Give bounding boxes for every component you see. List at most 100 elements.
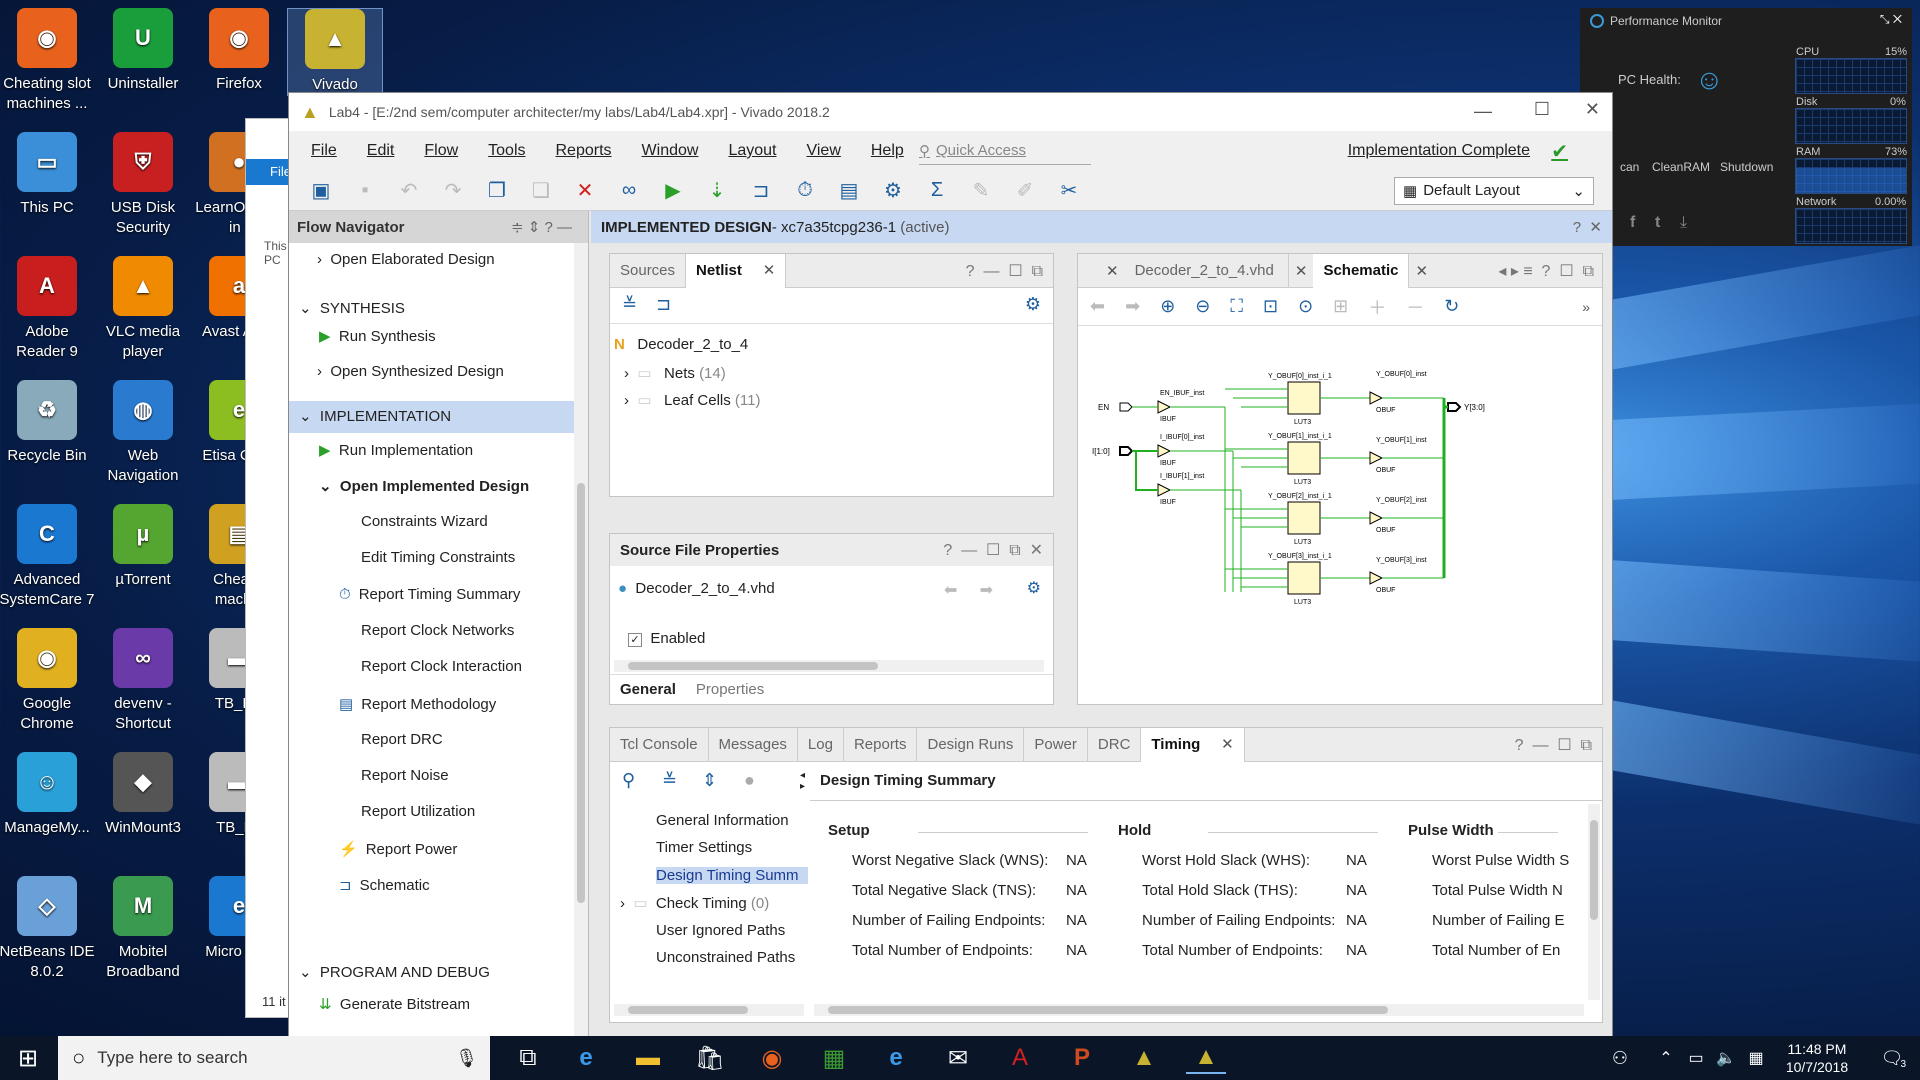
panel-controls[interactable]: ◂ ▸ ≡ ? ☐ ⧉ bbox=[1498, 261, 1594, 281]
remove-icon[interactable]: － bbox=[1406, 294, 1424, 320]
layout-select[interactable]: ▦ Default Layout ⌄ bbox=[1394, 176, 1594, 205]
menu-layout[interactable]: Layout bbox=[728, 142, 776, 160]
generate-bitstream[interactable]: ⇊ Generate Bitstream bbox=[319, 995, 470, 1013]
desktop-icon[interactable]: µ µTorrent bbox=[95, 504, 191, 590]
desktop-icon[interactable]: ◍ Web Navigation bbox=[95, 380, 191, 486]
timing-tree-item[interactable]: Timer Settings bbox=[656, 839, 808, 856]
vivado-taskbar-icon-2[interactable]: ▲ bbox=[1186, 1042, 1226, 1074]
tree-hscroll[interactable] bbox=[614, 1004, 804, 1016]
edge-icon[interactable]: e bbox=[566, 1042, 606, 1074]
network-icon[interactable]: ▦ bbox=[1736, 1042, 1776, 1074]
open-elaborated-design[interactable]: › Open Elaborated Design bbox=[317, 251, 495, 268]
flow-item[interactable]: ▤ Report Methodology bbox=[339, 695, 496, 713]
tree-hscroll-thumb[interactable] bbox=[628, 1006, 748, 1014]
gear-icon[interactable]: ⚙ bbox=[1027, 578, 1041, 598]
panel-controls[interactable]: ? — ☐ ⧉ bbox=[1515, 735, 1592, 755]
desktop-icon[interactable]: ◉ Cheating slot machines ... bbox=[0, 8, 95, 114]
desktop-icon[interactable]: C Advanced SystemCare 7 bbox=[0, 504, 95, 610]
open-implemented-design[interactable]: ⌄ Open Implemented Design bbox=[319, 477, 529, 495]
program-debug-section[interactable]: ⌄ PROGRAM AND DEBUG bbox=[299, 963, 490, 981]
tab-messages[interactable]: Messages bbox=[709, 727, 798, 762]
desktop-icon[interactable]: ◉ Firefox bbox=[191, 8, 287, 94]
timing-tree-item[interactable]: General Information bbox=[656, 812, 808, 829]
run-synthesis[interactable]: ▶ Run Synthesis bbox=[319, 327, 436, 345]
desktop-icon[interactable]: ▲ Vivado bbox=[287, 8, 383, 96]
scan-button[interactable]: can bbox=[1620, 160, 1639, 174]
start-button[interactable]: ⊞ bbox=[8, 1042, 48, 1074]
tab-properties[interactable]: Properties bbox=[686, 675, 774, 704]
twitter-icon[interactable]: t bbox=[1655, 214, 1660, 232]
port-en[interactable] bbox=[1119, 402, 1133, 412]
flow-nav-scroll-thumb[interactable] bbox=[577, 483, 585, 903]
desktop-icon[interactable]: ∞ devenv - Shortcut bbox=[95, 628, 191, 734]
maximize-button[interactable]: ☐ bbox=[1534, 99, 1550, 120]
props-hscroll-thumb[interactable] bbox=[628, 662, 878, 670]
ibuf-cell[interactable] bbox=[1157, 400, 1172, 414]
desktop-icon[interactable]: ▭ This PC bbox=[0, 132, 95, 218]
desktop-icon[interactable]: ◉ Google Chrome bbox=[0, 628, 95, 734]
facebook-icon[interactable]: f bbox=[1630, 214, 1635, 232]
vivado-taskbar-icon[interactable]: ▲ bbox=[1124, 1042, 1164, 1074]
desktop-icon[interactable]: ◇ NetBeans IDE 8.0.2 bbox=[0, 876, 95, 982]
tools-icon[interactable]: ✂ bbox=[1056, 178, 1082, 204]
open-project-icon[interactable]: ▣ bbox=[308, 178, 334, 204]
tab-vhd[interactable]: Decoder_2_to_4.vhd bbox=[1125, 253, 1289, 288]
menu-help[interactable]: Help bbox=[871, 142, 904, 160]
timing-tree-item[interactable]: › ▭ Check Timing (0) bbox=[620, 894, 800, 912]
flow-item[interactable]: ⚡ Report Power bbox=[339, 840, 457, 858]
tab-sources[interactable]: Sources bbox=[610, 253, 687, 288]
redo-icon[interactable]: ↷ bbox=[440, 178, 466, 204]
desktop-icon[interactable]: ◆ WinMount3 bbox=[95, 752, 191, 838]
undo-icon[interactable]: ↶ bbox=[396, 178, 422, 204]
timing-tree-item[interactable]: Unconstrained Paths bbox=[656, 949, 808, 966]
timing-tree-item[interactable]: Design Timing Summ bbox=[656, 866, 808, 884]
tab-log[interactable]: Log bbox=[798, 727, 844, 762]
back-icon[interactable]: ⬅ bbox=[1090, 296, 1105, 317]
clock[interactable]: 11:48 PM 10/7/2018 bbox=[1772, 1040, 1862, 1076]
desktop-icon[interactable]: ☺ ManageMy... bbox=[0, 752, 95, 838]
desktop-icon[interactable]: A Adobe Reader 9 bbox=[0, 256, 95, 362]
menu-tools[interactable]: Tools bbox=[488, 142, 525, 160]
panel-controls[interactable]: ? — ☐ ⧉ bbox=[966, 261, 1043, 281]
forward-icon[interactable]: ➡ bbox=[1125, 296, 1140, 317]
sigma-icon[interactable]: Σ bbox=[924, 178, 950, 204]
collapse-all-icon[interactable]: ≚ bbox=[622, 294, 637, 315]
download-icon[interactable]: ⤓ bbox=[1680, 214, 1687, 232]
menu-reports[interactable]: Reports bbox=[556, 142, 612, 160]
collapse-all-icon[interactable]: ≚ bbox=[662, 770, 677, 791]
tab-power[interactable]: Power bbox=[1024, 727, 1088, 762]
splitter-arrows[interactable]: ◂ ▸ bbox=[800, 770, 805, 792]
obuf-cell[interactable] bbox=[1369, 451, 1384, 465]
menu-edit[interactable]: Edit bbox=[367, 142, 395, 160]
people-icon[interactable]: ⚇ bbox=[1600, 1042, 1640, 1074]
timing-icon[interactable]: ⏱ bbox=[792, 178, 818, 204]
menu-window[interactable]: Window bbox=[642, 142, 699, 160]
notification-icon[interactable]: 🗨 3 bbox=[1872, 1042, 1912, 1074]
obuf-cell[interactable] bbox=[1369, 571, 1384, 585]
refresh-icon[interactable]: ↻ bbox=[1444, 296, 1459, 317]
desktop-icon[interactable]: ▲ VLC media player bbox=[95, 256, 191, 362]
summary-vscroll-thumb[interactable] bbox=[1590, 820, 1598, 920]
tab-design-runs[interactable]: Design Runs bbox=[917, 727, 1025, 762]
ibuf-cell[interactable] bbox=[1157, 483, 1172, 497]
lut-cell[interactable] bbox=[1287, 381, 1321, 415]
netlist-root[interactable]: N Decoder_2_to_4 bbox=[614, 336, 748, 353]
nets-node[interactable]: › ▭ Nets (14) bbox=[624, 364, 726, 382]
simulate-icon[interactable]: ∞ bbox=[616, 178, 642, 204]
flow-item[interactable]: ⊐ Schematic bbox=[339, 876, 430, 894]
flow-item[interactable]: Edit Timing Constraints bbox=[361, 549, 515, 566]
close-icon[interactable]: ✕ bbox=[1295, 262, 1308, 280]
lut-cell[interactable] bbox=[1287, 561, 1321, 595]
desktop-icon[interactable]: ♻ Recycle Bin bbox=[0, 380, 95, 466]
flow-item[interactable]: ⏱ Report Timing Summary bbox=[339, 586, 520, 603]
copy-icon[interactable]: ❐ bbox=[484, 178, 510, 204]
shutdown-button[interactable]: Shutdown bbox=[1720, 160, 1773, 174]
obuf-cell[interactable] bbox=[1369, 391, 1384, 405]
pencil-icon[interactable]: ✐ bbox=[1012, 178, 1038, 204]
flow-item[interactable]: Report Noise bbox=[361, 767, 449, 784]
nav-arrows[interactable]: ⬅ ➡ bbox=[944, 580, 993, 600]
zoom-out-icon[interactable]: ⊖ bbox=[1195, 296, 1210, 317]
summary-hscroll-thumb[interactable] bbox=[828, 1006, 1388, 1014]
menu-flow[interactable]: Flow bbox=[424, 142, 458, 160]
minimize-button[interactable]: — bbox=[1474, 101, 1492, 122]
